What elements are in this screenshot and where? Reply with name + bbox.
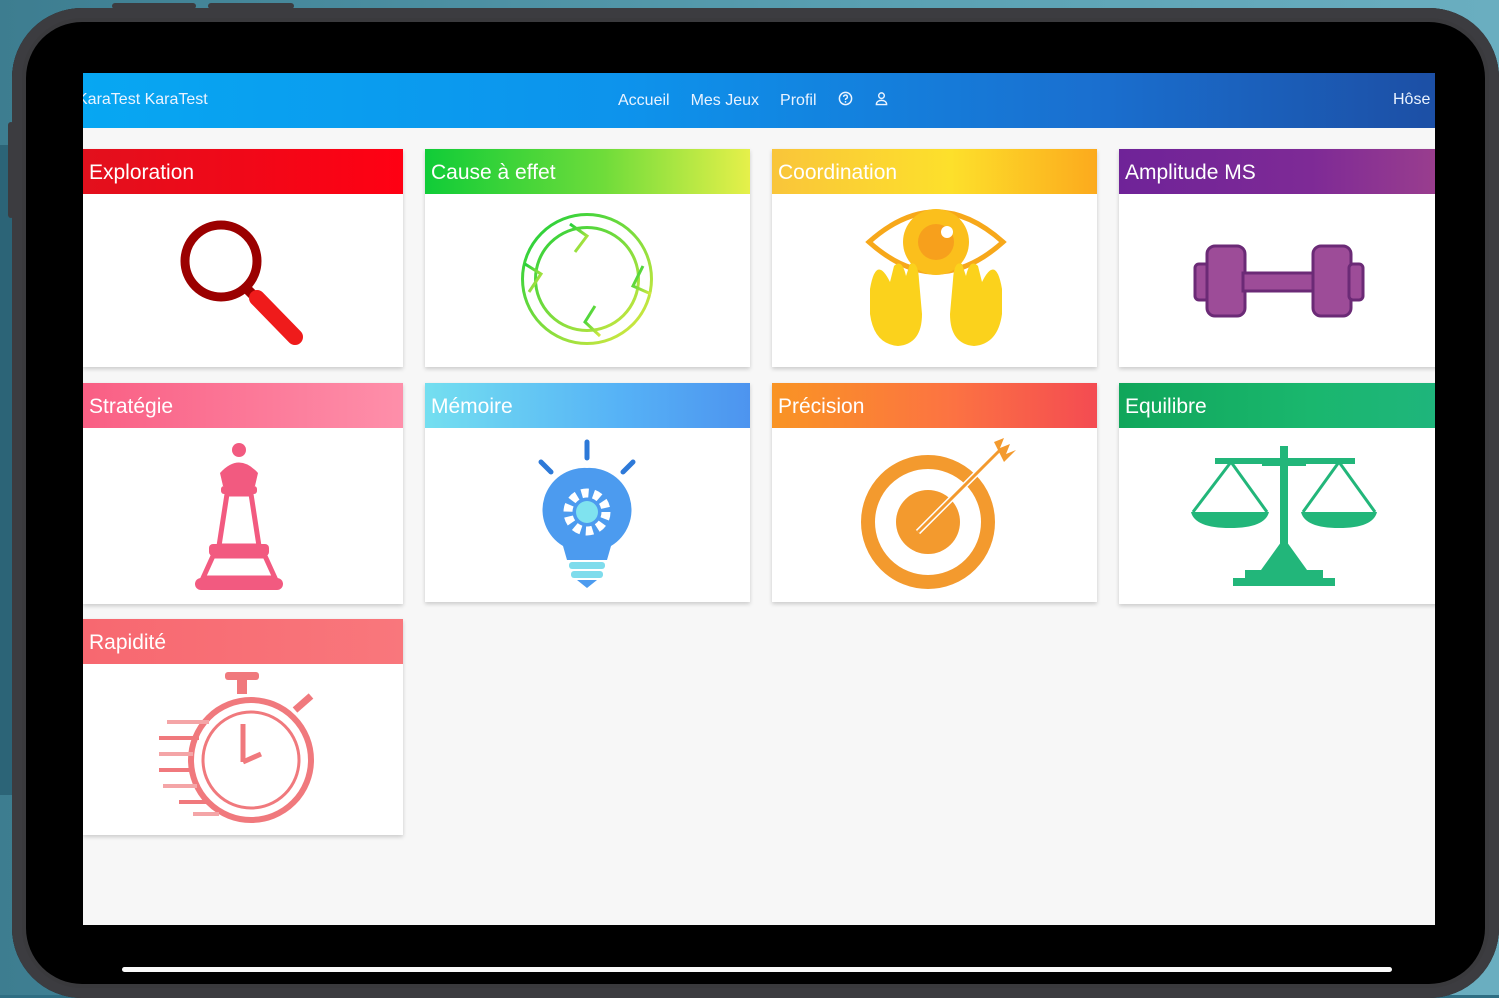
game-card-coordination[interactable]: Coordination bbox=[772, 149, 1097, 367]
card-title: Coordination bbox=[772, 149, 1097, 194]
help-circle-icon[interactable] bbox=[838, 91, 853, 110]
nav-menu: Accueil Mes Jeux Profil bbox=[618, 91, 889, 110]
nav-link-profil[interactable]: Profil bbox=[780, 92, 816, 110]
stopwatch-icon bbox=[159, 672, 314, 823]
lightbulb-gear-icon bbox=[538, 439, 636, 588]
app-screen: KaraTest KaraTest Accueil Mes Jeux Profi… bbox=[83, 73, 1435, 925]
card-title: Equilibre bbox=[1119, 383, 1435, 428]
game-card-strategie[interactable]: Stratégie bbox=[83, 383, 403, 604]
card-title: Mémoire bbox=[425, 383, 750, 428]
tablet-button-top bbox=[208, 3, 294, 9]
chess-pawn-icon bbox=[195, 443, 283, 590]
card-title: Exploration bbox=[83, 149, 403, 194]
magnifying-glass-icon bbox=[180, 220, 303, 345]
game-card-equilibre[interactable]: Equilibre bbox=[1119, 383, 1435, 604]
game-card-exploration[interactable]: Exploration bbox=[83, 149, 403, 367]
user-icon[interactable] bbox=[874, 91, 889, 110]
game-card-cause-a-effet[interactable]: Cause à effet bbox=[425, 149, 750, 367]
balance-scale-icon bbox=[1191, 446, 1377, 586]
nav-link-accueil[interactable]: Accueil bbox=[618, 92, 670, 110]
game-card-amplitude-ms[interactable]: Amplitude MS bbox=[1119, 149, 1435, 367]
cycle-arrows-icon bbox=[521, 213, 653, 345]
brand-name[interactable]: KaraTest KaraTest bbox=[83, 91, 208, 109]
game-card-precision[interactable]: Précision bbox=[772, 383, 1097, 602]
target-arrow-icon bbox=[861, 438, 1016, 589]
home-indicator bbox=[122, 967, 1392, 972]
game-card-rapidite[interactable]: Rapidité bbox=[83, 619, 403, 835]
eye-hands-icon bbox=[865, 209, 1007, 346]
card-title: Cause à effet bbox=[425, 149, 750, 194]
game-card-memoire[interactable]: Mémoire bbox=[425, 383, 750, 602]
top-navbar: KaraTest KaraTest Accueil Mes Jeux Profi… bbox=[83, 73, 1435, 128]
tablet-button-side bbox=[8, 122, 14, 218]
tablet-button-top bbox=[112, 3, 196, 9]
nav-right-text[interactable]: Hôse bbox=[1393, 91, 1430, 109]
nav-link-mes-jeux[interactable]: Mes Jeux bbox=[691, 92, 759, 110]
dumbbell-icon bbox=[1193, 244, 1365, 318]
card-title: Stratégie bbox=[83, 383, 403, 428]
card-title: Amplitude MS bbox=[1119, 149, 1435, 194]
card-title: Rapidité bbox=[83, 619, 403, 664]
card-title: Précision bbox=[772, 383, 1097, 428]
